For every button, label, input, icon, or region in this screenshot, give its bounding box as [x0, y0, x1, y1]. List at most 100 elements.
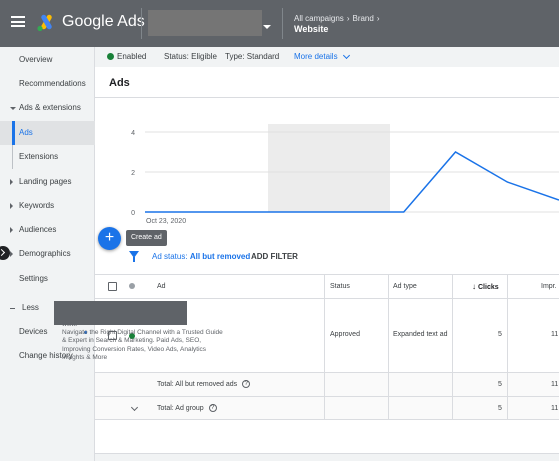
column-header-ad[interactable]: Ad	[157, 283, 166, 290]
product-name: Google Ads	[62, 13, 145, 30]
chevron-down-icon[interactable]	[342, 51, 351, 60]
sidebar-item-label: Recommendations	[19, 79, 86, 88]
sidebar-item-settings[interactable]: Settings	[0, 272, 95, 286]
active-filter-chip[interactable]: Ad status: All but removed	[152, 252, 250, 261]
expand-triangle-icon	[10, 179, 13, 185]
more-details-link[interactable]: More details	[294, 52, 338, 61]
column-header-impressions[interactable]: Impr.	[541, 283, 557, 290]
filter-label: Ad status:	[152, 252, 188, 261]
expand-triangle-icon	[10, 107, 16, 110]
enabled-status[interactable]: Enabled	[117, 52, 146, 61]
column-header-clicks[interactable]: ↓ Clicks	[472, 282, 499, 291]
dropdown-caret-icon[interactable]	[263, 25, 271, 29]
ad-description: Navigate the Right Digital Channel with …	[62, 329, 223, 362]
help-icon[interactable]: ?	[242, 380, 251, 388]
sidebar-item-extensions[interactable]: Extensions	[0, 145, 95, 169]
sidebar-item-label: Landing pages	[19, 177, 72, 186]
total-removed-label: Total: All but removed ads?	[157, 380, 251, 388]
sidebar-item-label: Devices	[19, 327, 48, 336]
status-column-icon	[129, 283, 135, 289]
divider	[141, 8, 142, 39]
filter-icon[interactable]	[129, 251, 139, 262]
sidebar-item-label: Overview	[19, 55, 53, 64]
chart-y-tick-label: 2	[131, 170, 135, 177]
breadcrumb-item[interactable]: Brand	[352, 14, 373, 23]
expand-triangle-icon	[10, 227, 13, 233]
divider	[95, 97, 559, 98]
ad-type: Expanded text ad	[393, 331, 448, 338]
total-group-text: Total: Ad group	[157, 404, 204, 412]
chevron-down-icon[interactable]	[130, 403, 139, 412]
help-icon[interactable]: ?	[208, 404, 217, 412]
chevron-right-icon: ›	[346, 14, 350, 23]
total-group-impressions: 11	[551, 405, 559, 412]
sidebar-item-ads[interactable]: Ads	[0, 121, 95, 145]
column-divider	[388, 274, 389, 420]
column-divider	[452, 274, 453, 420]
total-removed-text: Total: All but removed ads	[157, 380, 238, 388]
ad-status: Approved	[330, 331, 360, 338]
sidebar-item-audiences[interactable]: Audiences	[0, 223, 95, 237]
sidebar-item-recommendations[interactable]: Recommendations	[0, 77, 95, 91]
google-ads-logo-icon	[37, 14, 52, 32]
top-bar: Google Ads All campaigns › Brand › Website	[0, 0, 559, 47]
sidebar-item-label: Extensions	[19, 152, 59, 161]
divider	[282, 8, 283, 39]
sidebar-item-demographics[interactable]: Demographics	[0, 247, 95, 261]
breadcrumb-title[interactable]: Website	[294, 24, 328, 34]
sidebar: Overview Recommendations Ads & extension…	[0, 47, 95, 461]
ad-impressions: 11	[551, 331, 559, 338]
sidebar-item-landing-pages[interactable]: Landing pages	[0, 175, 95, 189]
account-selector[interactable]	[148, 10, 262, 36]
sort-arrow-icon: ↓	[472, 282, 476, 291]
performance-chart: 0 2 4 Oct 23, 2020	[131, 124, 559, 225]
expand-triangle-icon	[10, 203, 13, 209]
sidebar-item-label: Settings	[19, 274, 48, 283]
expand-triangle-icon	[10, 251, 13, 257]
column-divider	[507, 274, 508, 420]
chart-shaded-band	[268, 124, 390, 212]
total-group-label: Total: Ad group?	[157, 404, 217, 412]
eligibility-status: Status: Eligible	[164, 52, 217, 61]
table-header-row: Ad Status Ad type ↓ Clicks Impr.	[95, 274, 559, 298]
column-header-clicks-label: Clicks	[478, 284, 499, 291]
breadcrumb[interactable]: All campaigns › Brand ›	[294, 14, 383, 23]
sidebar-item-ads-extensions[interactable]: Ads & extensions	[0, 101, 95, 115]
sidebar-item-label: Demographics	[19, 249, 71, 258]
sidebar-item-keywords[interactable]: Keywords	[0, 199, 95, 213]
column-divider	[324, 274, 325, 420]
sidebar-item-label: Less	[22, 303, 39, 312]
chart-y-tick-label: 4	[131, 130, 135, 137]
campaign-type: Type: Standard	[225, 52, 280, 61]
chevron-right-icon: ›	[376, 14, 380, 23]
ad-display-url[interactable]: www.	[62, 321, 78, 328]
campaign-status-bar: Enabled Status: Eligible Type: Standard …	[95, 47, 559, 67]
page-title: Ads	[109, 77, 130, 89]
sidebar-item-label: Audiences	[19, 225, 57, 234]
status-dot-icon	[107, 53, 114, 60]
total-removed-impressions: 11	[551, 381, 559, 388]
add-filter-button[interactable]: ADD FILTER	[251, 252, 298, 261]
horizontal-scrollbar[interactable]	[95, 453, 559, 461]
sidebar-item-label: Keywords	[19, 201, 55, 210]
sidebar-item-overview[interactable]: Overview	[0, 53, 95, 67]
total-group-clicks: 5	[498, 405, 502, 412]
chart-x-tick-label: Oct 23, 2020	[146, 218, 186, 225]
add-ad-button[interactable]: +	[98, 227, 121, 250]
column-header-ad-type[interactable]: Ad type	[393, 283, 417, 290]
create-ad-tooltip: Create ad	[126, 230, 167, 246]
select-all-checkbox[interactable]	[108, 282, 117, 291]
table-total-row: Total: All but removed ads? 5 11	[95, 372, 559, 396]
sidebar-item-label: Ads & extensions	[19, 103, 81, 112]
breadcrumb-item[interactable]: All campaigns	[294, 14, 344, 23]
table-total-row: Total: Ad group? 5 11	[95, 396, 559, 420]
collapse-dash-icon	[10, 308, 15, 309]
nav-indent-bar	[12, 145, 13, 169]
filter-value: All but removed	[189, 252, 251, 261]
column-header-status[interactable]: Status	[330, 283, 350, 290]
sidebar-item-label: Ads	[19, 128, 33, 137]
ad-clicks: 5	[498, 331, 502, 338]
chart-y-tick-label: 0	[131, 210, 135, 217]
menu-icon[interactable]	[11, 16, 25, 27]
total-removed-clicks: 5	[498, 381, 502, 388]
